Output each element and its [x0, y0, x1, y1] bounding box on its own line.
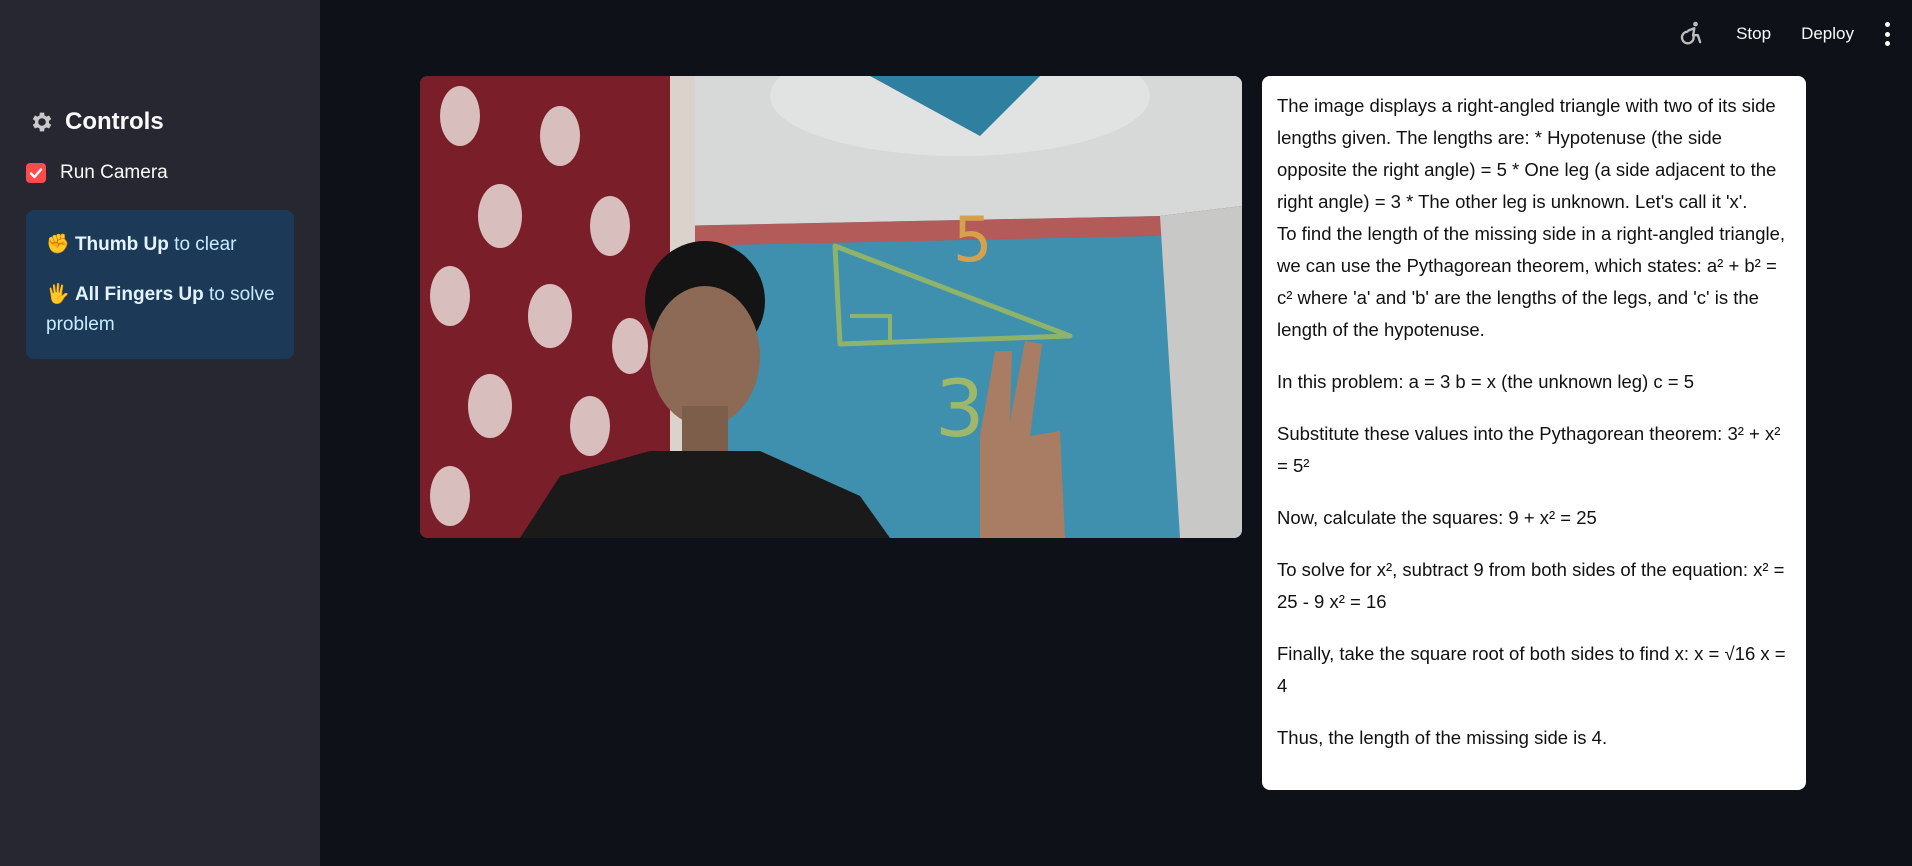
checkbox-box[interactable]	[26, 163, 46, 183]
open-hand-icon: 🖐	[46, 284, 70, 305]
tip-solve: 🖐 All Fingers Up to solve problem	[46, 280, 276, 340]
solution-paragraph: Finally, take the square root of both si…	[1277, 643, 1786, 696]
solution-panel: The image displays a right-angled triang…	[1262, 76, 1806, 790]
camera-feed: 5 3	[420, 76, 1242, 538]
drawn-number-bottom: 3	[935, 365, 985, 455]
tip-clear-bold: Thumb Up	[74, 234, 169, 255]
solution-paragraph: To find the length of the missing side i…	[1277, 223, 1786, 340]
tip-clear-text: to clear	[168, 234, 237, 255]
solution-paragraph: The image displays a right-angled triang…	[1277, 95, 1777, 212]
solution-paragraph: Thus, the length of the missing side is …	[1277, 727, 1608, 748]
camera-frame-image: 5 3	[420, 76, 1242, 538]
stop-button[interactable]: Stop	[1736, 24, 1771, 44]
solution-paragraph: In this problem: a = 3 b = x (the unknow…	[1277, 371, 1694, 392]
sidebar-title-text: Controls	[65, 108, 164, 135]
checkbox-label[interactable]: Run Camera	[60, 162, 168, 184]
kebab-menu-icon[interactable]	[1882, 22, 1892, 46]
gear-icon	[32, 112, 52, 132]
tip-clear: ✊ Thumb Up to clear	[46, 230, 276, 260]
app-root: Controls Run Camera ✊ Thumb Up to clear …	[0, 0, 1912, 866]
deploy-button[interactable]: Deploy	[1801, 24, 1854, 44]
tip-solve-bold: All Fingers Up	[74, 284, 204, 305]
sidebar-title: Controls	[29, 108, 164, 136]
header-toolbar: Stop Deploy	[1678, 20, 1892, 48]
solution-paragraph: Now, calculate the squares: 9 + x² = 25	[1277, 507, 1597, 528]
gesture-info-box: ✊ Thumb Up to clear 🖐 All Fingers Up to …	[26, 210, 294, 359]
running-man-icon	[1680, 21, 1702, 45]
run-camera-checkbox[interactable]: Run Camera	[26, 162, 168, 184]
check-icon	[29, 168, 43, 179]
solution-paragraph: To solve for x², subtract 9 from both si…	[1277, 559, 1785, 612]
solution-paragraph: Substitute these values into the Pythago…	[1277, 423, 1781, 476]
sidebar: Controls Run Camera ✊ Thumb Up to clear …	[0, 0, 320, 866]
drawn-number-top: 5	[953, 203, 992, 276]
fist-icon: ✊	[46, 234, 70, 255]
